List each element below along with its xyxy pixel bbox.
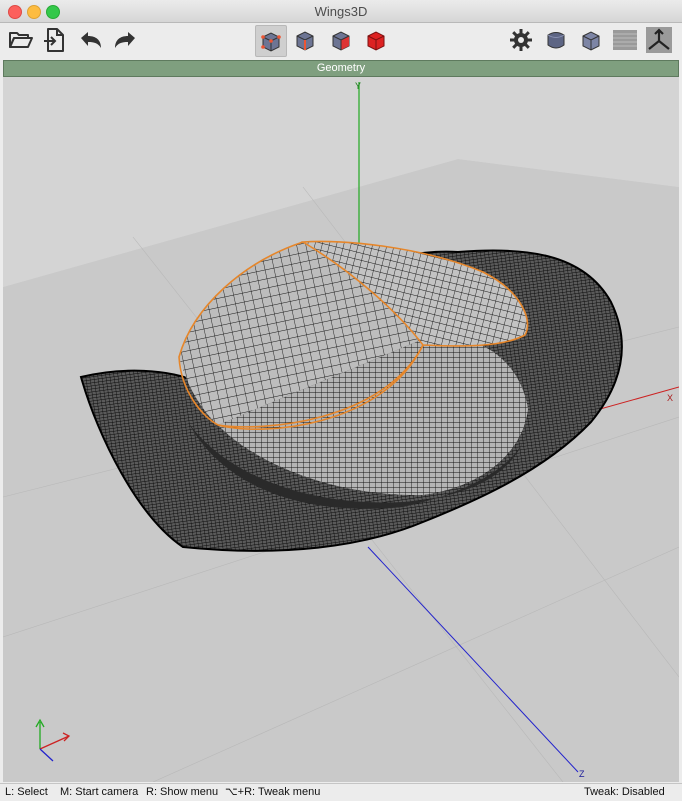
preferences-button[interactable] <box>506 25 536 55</box>
x-axis-label: X <box>667 393 673 403</box>
face-select-button[interactable] <box>326 25 356 55</box>
smooth-preview-button[interactable] <box>541 25 571 55</box>
status-select-hint: L: Select <box>5 786 48 798</box>
show-axes-button[interactable] <box>644 25 674 55</box>
open-folder-icon <box>9 32 33 48</box>
vertex-select-icon <box>261 32 281 52</box>
save-file-icon <box>44 28 64 52</box>
edge-select-icon <box>296 31 314 51</box>
status-bar: L: Select M: Start camera R: Show menu ⌥… <box>0 783 682 801</box>
axes-icon <box>646 27 672 53</box>
vertex-select-button[interactable] <box>255 25 287 57</box>
geometry-window-title[interactable]: Geometry <box>3 60 679 77</box>
redo-button[interactable] <box>110 25 140 55</box>
edge-select-button[interactable] <box>290 25 320 55</box>
undo-icon <box>81 32 101 48</box>
undo-button[interactable] <box>76 25 106 55</box>
y-axis-label: Y <box>355 81 361 91</box>
status-tweak-state: Tweak: Disabled <box>584 786 665 798</box>
redo-icon <box>115 32 135 48</box>
geometry-viewport[interactable]: Y X Z <box>3 77 679 782</box>
open-button[interactable] <box>6 25 36 55</box>
gear-icon <box>510 29 532 51</box>
z-axis-label: Z <box>579 769 585 779</box>
status-tweak-menu-hint: ⌥+R: Tweak menu <box>225 786 321 798</box>
save-button[interactable] <box>40 25 70 55</box>
wireframe-cube-icon <box>582 31 600 51</box>
status-menu-hint: R: Show menu <box>146 786 219 798</box>
body-select-button[interactable] <box>361 25 391 55</box>
body-select-icon <box>367 31 385 51</box>
wireframe-toggle-button[interactable] <box>576 25 606 55</box>
status-camera-hint: M: Start camera <box>60 786 139 798</box>
face-select-icon <box>332 31 350 51</box>
title-bar: Wings3D <box>0 0 682 23</box>
ground-plane-icon <box>613 30 637 50</box>
smooth-preview-icon <box>547 32 565 49</box>
window-title: Wings3D <box>314 4 368 19</box>
ground-plane-button[interactable] <box>610 25 640 55</box>
toolbar <box>0 23 682 57</box>
